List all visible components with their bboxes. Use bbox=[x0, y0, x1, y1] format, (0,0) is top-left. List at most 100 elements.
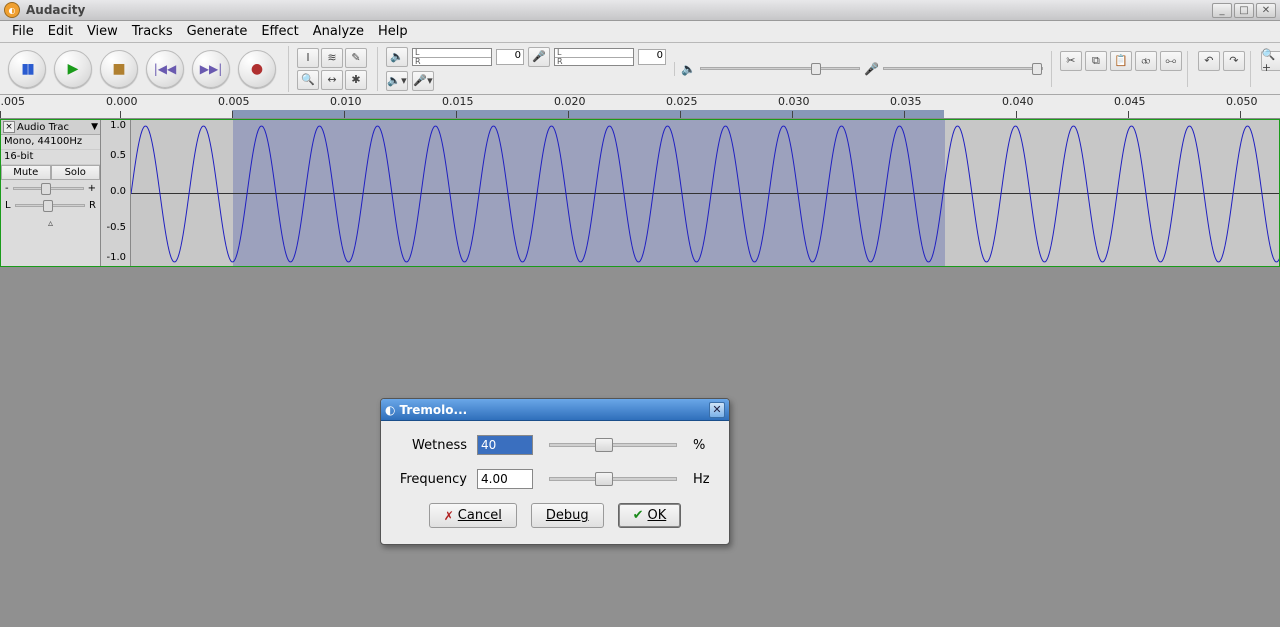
skip-end-icon: ▶▶| bbox=[200, 62, 223, 76]
record-source-icon[interactable]: 🎤 bbox=[528, 47, 550, 67]
dialog-titlebar[interactable]: ◐ Tremolo... ✕ bbox=[381, 399, 729, 421]
pan-slider[interactable] bbox=[15, 204, 85, 207]
redo-button[interactable]: ↷ bbox=[1223, 51, 1245, 71]
menu-file[interactable]: File bbox=[6, 22, 40, 41]
window-titlebar: ◐ Audacity _ □ ✕ bbox=[0, 0, 1280, 21]
pause-button[interactable]: ▮▮ bbox=[8, 50, 46, 88]
scale-label: -0.5 bbox=[106, 222, 126, 233]
dialog-app-icon: ◐ bbox=[385, 403, 395, 417]
track-menu-dropdown[interactable]: ▼ bbox=[91, 122, 98, 132]
record-icon: ● bbox=[251, 61, 263, 77]
undo-button[interactable]: ↶ bbox=[1198, 51, 1220, 71]
input-volume-slider[interactable] bbox=[883, 67, 1043, 70]
timeshift-tool[interactable]: ↔ bbox=[321, 70, 343, 90]
menu-edit[interactable]: Edit bbox=[42, 22, 79, 41]
track-name[interactable]: Audio Trac bbox=[17, 122, 91, 133]
playback-volume-icon[interactable]: 🔈 bbox=[386, 47, 408, 67]
scale-label: -1.0 bbox=[106, 252, 126, 263]
waveform-svg bbox=[131, 120, 1279, 266]
output-device-dropdown[interactable]: 🔈▾ bbox=[386, 71, 408, 91]
playback-meter[interactable]: LR bbox=[412, 48, 492, 66]
multi-tool[interactable]: ✱ bbox=[345, 70, 367, 90]
gain-slider[interactable] bbox=[13, 187, 84, 190]
edit-toolbar: ✂ ⧉ 📋 ⧞ ⧟ ↶ ↷ 🔍+ 🔍- ⇲ ⇱ bbox=[1051, 51, 1280, 87]
selection-tool[interactable]: I bbox=[297, 48, 319, 68]
pan-left-label: L bbox=[5, 200, 11, 211]
mic-icon: 🎤 bbox=[864, 62, 879, 76]
toolbar-area: ▮▮ ▶ ■ |◀◀ ▶▶| ● I ≋ ✎ 🔍 ↔ ✱ 🔈 LR 0 🎤 LR… bbox=[0, 43, 1280, 95]
zoom-in-button[interactable]: 🔍+ bbox=[1261, 51, 1280, 71]
cancel-icon: ✗ bbox=[444, 509, 454, 523]
paste-button[interactable]: 📋 bbox=[1110, 51, 1132, 71]
cut-button[interactable]: ✂ bbox=[1060, 51, 1082, 71]
menu-effect[interactable]: Effect bbox=[255, 22, 304, 41]
app-icon: ◐ bbox=[4, 2, 20, 18]
wetness-slider[interactable] bbox=[549, 443, 677, 447]
play-icon: ▶ bbox=[68, 61, 79, 77]
input-device-dropdown[interactable]: 🎤▾ bbox=[412, 71, 434, 91]
window-title: Audacity bbox=[26, 3, 1212, 17]
menu-bar: File Edit View Tracks Generate Effect An… bbox=[0, 21, 1280, 43]
skip-start-icon: |◀◀ bbox=[154, 62, 177, 76]
menu-analyze[interactable]: Analyze bbox=[307, 22, 370, 41]
debug-button[interactable]: Debug bbox=[531, 503, 604, 528]
track-area: × Audio Trac ▼ Mono, 44100Hz 16-bit Mute… bbox=[0, 119, 1280, 267]
playback-volume-slider-group: 🔈 🎤 bbox=[674, 62, 1043, 76]
trim-button[interactable]: ⧞ bbox=[1135, 51, 1157, 71]
stop-icon: ■ bbox=[112, 61, 125, 77]
scale-label: 1.0 bbox=[110, 120, 126, 131]
window-close-button[interactable]: ✕ bbox=[1256, 3, 1276, 18]
stop-button[interactable]: ■ bbox=[100, 50, 138, 88]
record-meter[interactable]: LR bbox=[554, 48, 634, 66]
tool-palette: I ≋ ✎ 🔍 ↔ ✱ bbox=[288, 46, 369, 92]
transport-controls: ▮▮ ▶ ■ |◀◀ ▶▶| ● bbox=[4, 46, 280, 92]
envelope-tool[interactable]: ≋ bbox=[321, 48, 343, 68]
pan-right-label: R bbox=[89, 200, 96, 211]
menu-help[interactable]: Help bbox=[372, 22, 414, 41]
draw-tool[interactable]: ✎ bbox=[345, 48, 367, 68]
frequency-label: Frequency bbox=[397, 472, 467, 487]
skip-start-button[interactable]: |◀◀ bbox=[146, 50, 184, 88]
mute-button[interactable]: Mute bbox=[1, 165, 51, 180]
cancel-button[interactable]: ✗Cancel bbox=[429, 503, 517, 528]
meters: 🔈 LR 0 🎤 LR 0 🔈▾ 🎤▾ bbox=[377, 47, 666, 91]
menu-generate[interactable]: Generate bbox=[181, 22, 254, 41]
waveform-view[interactable] bbox=[131, 120, 1279, 266]
zoom-tool[interactable]: 🔍 bbox=[297, 70, 319, 90]
timeline-ruler[interactable]: - 0.0050.0000.0050.0100.0150.0200.0250.0… bbox=[0, 95, 1280, 119]
menu-view[interactable]: View bbox=[81, 22, 124, 41]
frequency-slider[interactable] bbox=[549, 477, 677, 481]
speaker-icon: 🔈 bbox=[681, 62, 696, 76]
playback-volume-slider[interactable] bbox=[700, 67, 860, 70]
track-close-button[interactable]: × bbox=[3, 121, 15, 133]
ok-button[interactable]: ✔OK bbox=[618, 503, 682, 528]
wetness-input[interactable] bbox=[477, 435, 533, 455]
track-control-panel: × Audio Trac ▼ Mono, 44100Hz 16-bit Mute… bbox=[1, 120, 101, 266]
scale-label: 0.0 bbox=[110, 186, 126, 197]
scale-label: 0.5 bbox=[110, 150, 126, 161]
gain-plus-label: + bbox=[88, 183, 96, 194]
track-format-line2: 16-bit bbox=[1, 150, 100, 165]
gain-minus-label: - bbox=[5, 183, 9, 194]
play-button[interactable]: ▶ bbox=[54, 50, 92, 88]
track-collapse-handle[interactable]: ▵ bbox=[1, 214, 100, 229]
ok-icon: ✔ bbox=[633, 508, 644, 523]
wetness-unit: % bbox=[693, 438, 713, 453]
skip-end-button[interactable]: ▶▶| bbox=[192, 50, 230, 88]
copy-button[interactable]: ⧉ bbox=[1085, 51, 1107, 71]
tremolo-dialog: ◐ Tremolo... ✕ Wetness % Frequency Hz ✗C… bbox=[380, 398, 730, 545]
playback-level-value: 0 bbox=[496, 49, 524, 65]
amplitude-scale: 1.0 0.5 0.0 -0.5 -1.0 bbox=[101, 120, 131, 266]
dialog-close-button[interactable]: ✕ bbox=[709, 402, 725, 418]
silence-button[interactable]: ⧟ bbox=[1160, 51, 1182, 71]
dialog-title: Tremolo... bbox=[399, 403, 709, 417]
menu-tracks[interactable]: Tracks bbox=[126, 22, 179, 41]
window-maximize-button[interactable]: □ bbox=[1234, 3, 1254, 18]
record-button[interactable]: ● bbox=[238, 50, 276, 88]
frequency-unit: Hz bbox=[693, 472, 713, 487]
record-level-value: 0 bbox=[638, 49, 666, 65]
window-minimize-button[interactable]: _ bbox=[1212, 3, 1232, 18]
frequency-input[interactable] bbox=[477, 469, 533, 489]
wetness-label: Wetness bbox=[397, 438, 467, 453]
solo-button[interactable]: Solo bbox=[51, 165, 101, 180]
